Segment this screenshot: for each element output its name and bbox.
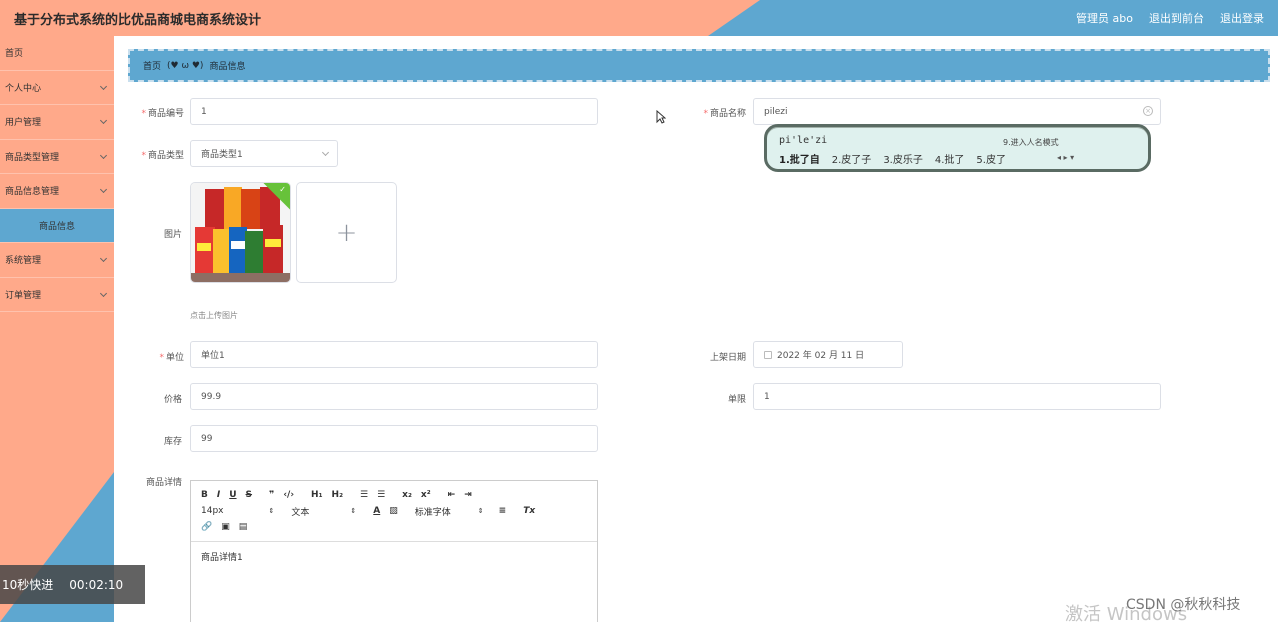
editor-content[interactable]: 商品详情1 [191, 542, 597, 571]
header-actions: 管理员 abo 退出到前台 退出登录 [1076, 10, 1264, 26]
ime-candidate[interactable]: 3.皮乐子 [883, 151, 923, 166]
chevron-down-icon [99, 116, 108, 125]
video-icon[interactable]: ▤ [239, 522, 248, 532]
font-size-arrow-icon: ⇕ [268, 507, 275, 515]
product-no-label: * 商品编号 [141, 109, 184, 119]
listing-date-picker[interactable]: 2022 年 02 月 11 日 [753, 341, 903, 368]
video-skip-badge[interactable]: 10秒快进 00:02:10 [0, 565, 145, 604]
ordered-list-icon[interactable]: ☰ [360, 490, 368, 500]
background-color-icon[interactable]: ▨ [389, 506, 398, 516]
skip-label: 10秒快进 [2, 578, 54, 592]
font-size-select[interactable]: 14px [201, 506, 224, 516]
sidebar-item-orders[interactable]: 订单管理 [0, 278, 114, 312]
breadcrumb-home[interactable]: 首页 [143, 59, 161, 72]
sidebar: 首页 个人中心 用户管理 商品类型管理 商品信息管理 商品信息 系统管理 订单管… [0, 36, 114, 622]
unit-label: * 单位 [159, 353, 184, 363]
product-photo [191, 183, 290, 282]
sidebar-item-profile[interactable]: 个人中心 [0, 71, 114, 105]
chevron-down-icon [99, 151, 108, 159]
font-color-icon[interactable]: A [373, 506, 380, 516]
ime-candidate[interactable]: 2.皮了子 [832, 151, 872, 166]
ime-candidates: 1.批了自 2.皮了子 3.皮乐子 4.批了 5.皮了 [779, 151, 1006, 166]
align-icon[interactable]: ≡ [499, 506, 507, 516]
breadcrumb-emoji: (♥ ω ♥) [167, 60, 204, 71]
clear-icon[interactable]: × [1143, 106, 1153, 116]
superscript-icon[interactable]: x² [421, 490, 431, 500]
price-input[interactable]: 99.9 [190, 383, 598, 410]
chevron-down-icon [321, 148, 330, 157]
top-header: 基于分布式系统的比优品商城电商系统设计 管理员 abo 退出到前台 退出登录 [0, 0, 1278, 36]
sidebar-item-product-info-mgmt[interactable]: 商品信息管理 [0, 174, 114, 209]
breadcrumb: 首页 (♥ ω ♥) 商品信息 [128, 49, 1270, 82]
chevron-down-icon [99, 254, 108, 263]
ime-mode-hint[interactable]: 9.进入人名模式 [1003, 137, 1059, 148]
code-icon[interactable]: ‹/› [283, 490, 294, 500]
product-type-label: * 商品类型 [141, 151, 184, 161]
limit-input[interactable]: 1 [753, 383, 1161, 410]
sidebar-subitem-product-info[interactable]: 商品信息 [0, 208, 114, 243]
chevron-down-icon [99, 289, 108, 297]
link-icon[interactable]: 🔗 [201, 522, 212, 532]
price-label: 价格 [163, 395, 182, 405]
stock-input[interactable]: 99 [190, 425, 598, 452]
upload-hint: 点击上传图片 [190, 311, 238, 320]
sidebar-item-system[interactable]: 系统管理 [0, 243, 114, 278]
ime-candidate[interactable]: 4.批了 [935, 151, 965, 166]
blockquote-icon[interactable]: ❞ [269, 490, 274, 500]
limit-label: 单限 [727, 395, 746, 405]
ime-candidate-popup[interactable]: pi'le'zi 9.进入人名模式 1.批了自 2.皮了子 3.皮乐子 4.批了… [764, 124, 1151, 172]
breadcrumb-current: 商品信息 [209, 62, 246, 72]
h2-icon[interactable]: H₂ [332, 490, 343, 500]
subscript-icon[interactable]: x₂ [402, 490, 412, 500]
bold-icon[interactable]: B [201, 490, 208, 500]
check-icon: ✓ [279, 185, 286, 194]
product-name-label: * 商品名称 [703, 109, 746, 119]
product-type-select[interactable]: 商品类型1 [190, 140, 338, 167]
video-time: 00:02:10 [69, 577, 124, 592]
font-family-arrow-icon: ⇕ [477, 507, 484, 515]
ime-candidate[interactable]: 1.批了自 [779, 151, 820, 166]
editor-toolbar: B I U S ❞ ‹/› H₁ H₂ ☰ ☰ x₂ x² ⇤ ⇥ 14px ⇕… [191, 481, 597, 542]
italic-icon[interactable]: I [217, 490, 220, 500]
bullet-list-icon[interactable]: ☰ [377, 490, 385, 500]
logout-link[interactable]: 退出登录 [1220, 10, 1264, 26]
image-icon[interactable]: ▣ [221, 522, 230, 532]
clear-format-icon[interactable]: Tx [523, 506, 535, 516]
chevron-down-icon [99, 185, 108, 194]
sidebar-item-users[interactable]: 用户管理 [0, 105, 114, 140]
plus-icon: + [335, 217, 358, 248]
unit-input[interactable]: 单位1 [190, 341, 598, 368]
font-family-select[interactable]: 标准字体 [415, 505, 451, 518]
chevron-down-icon [99, 82, 108, 90]
ime-composition: pi'le'zi [779, 135, 828, 146]
calendar-icon [764, 350, 772, 359]
uploaded-image-thumbnail[interactable]: ✓ [190, 182, 291, 283]
to-front-link[interactable]: 退出到前台 [1149, 10, 1204, 26]
paragraph-select[interactable]: 文本 [291, 505, 309, 518]
image-label: 图片 [163, 230, 182, 240]
csdn-watermark: CSDN @秋秋科技 [1126, 597, 1241, 613]
outdent-icon[interactable]: ⇤ [448, 490, 456, 500]
paragraph-arrow-icon: ⇕ [350, 507, 357, 515]
product-name-input[interactable]: pilezi × [753, 98, 1161, 125]
upload-add-button[interactable]: + [296, 182, 397, 283]
details-label: 商品详情 [145, 478, 182, 488]
rich-text-editor[interactable]: B I U S ❞ ‹/› H₁ H₂ ☰ ☰ x₂ x² ⇤ ⇥ 14px ⇕… [190, 480, 598, 622]
stock-label: 库存 [163, 437, 182, 447]
ime-pager-icons[interactable]: ◂ ▸ ▾ [1057, 153, 1074, 162]
ime-candidate[interactable]: 5.皮了 [976, 151, 1006, 166]
h1-icon[interactable]: H₁ [311, 490, 322, 500]
underline-icon[interactable]: U [229, 490, 236, 500]
indent-icon[interactable]: ⇥ [464, 490, 472, 500]
app-title: 基于分布式系统的比优品商城电商系统设计 [14, 13, 262, 28]
mouse-cursor-icon [656, 110, 666, 124]
product-no-input[interactable]: 1 [190, 98, 598, 125]
listing-date-label: 上架日期 [709, 353, 746, 363]
sidebar-item-home[interactable]: 首页 [0, 36, 114, 71]
sidebar-item-product-types[interactable]: 商品类型管理 [0, 140, 114, 174]
strike-icon[interactable]: S [246, 490, 252, 500]
admin-user-label[interactable]: 管理员 abo [1076, 10, 1133, 26]
